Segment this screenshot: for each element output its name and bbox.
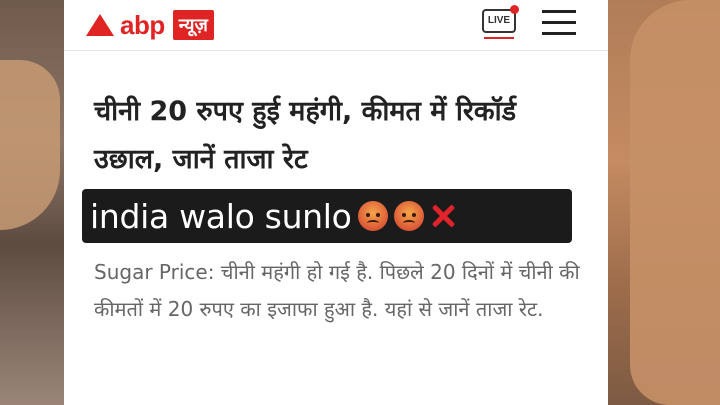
background-shape [0, 60, 60, 230]
caption-overlay: india walo sunlo [82, 189, 572, 243]
app-header: abp न्यूज़ LIVE [64, 0, 608, 51]
angry-face-icon [393, 201, 424, 231]
cross-mark-icon [428, 201, 458, 231]
background-left [0, 0, 70, 405]
background-right [608, 0, 720, 405]
angry-face-icon [357, 201, 388, 231]
caption-text: india walo sunlo [90, 196, 352, 236]
live-indicator-icon [510, 5, 519, 14]
logo-triangle-icon [86, 14, 114, 36]
article-summary: Sugar Price: चीनी महंगी हो गई है. पिछले … [94, 260, 580, 321]
abp-news-logo[interactable]: abp न्यूज़ [86, 10, 214, 40]
logo-badge: न्यूज़ [172, 10, 214, 40]
article-headline[interactable]: चीनी 20 रुपए हुई महंगी, कीमत में रिकॉर्ड… [94, 88, 574, 184]
logo-text: abp [120, 9, 165, 40]
hamburger-menu-icon[interactable] [542, 9, 576, 37]
live-underline [484, 37, 514, 39]
background-shape [630, 0, 720, 405]
